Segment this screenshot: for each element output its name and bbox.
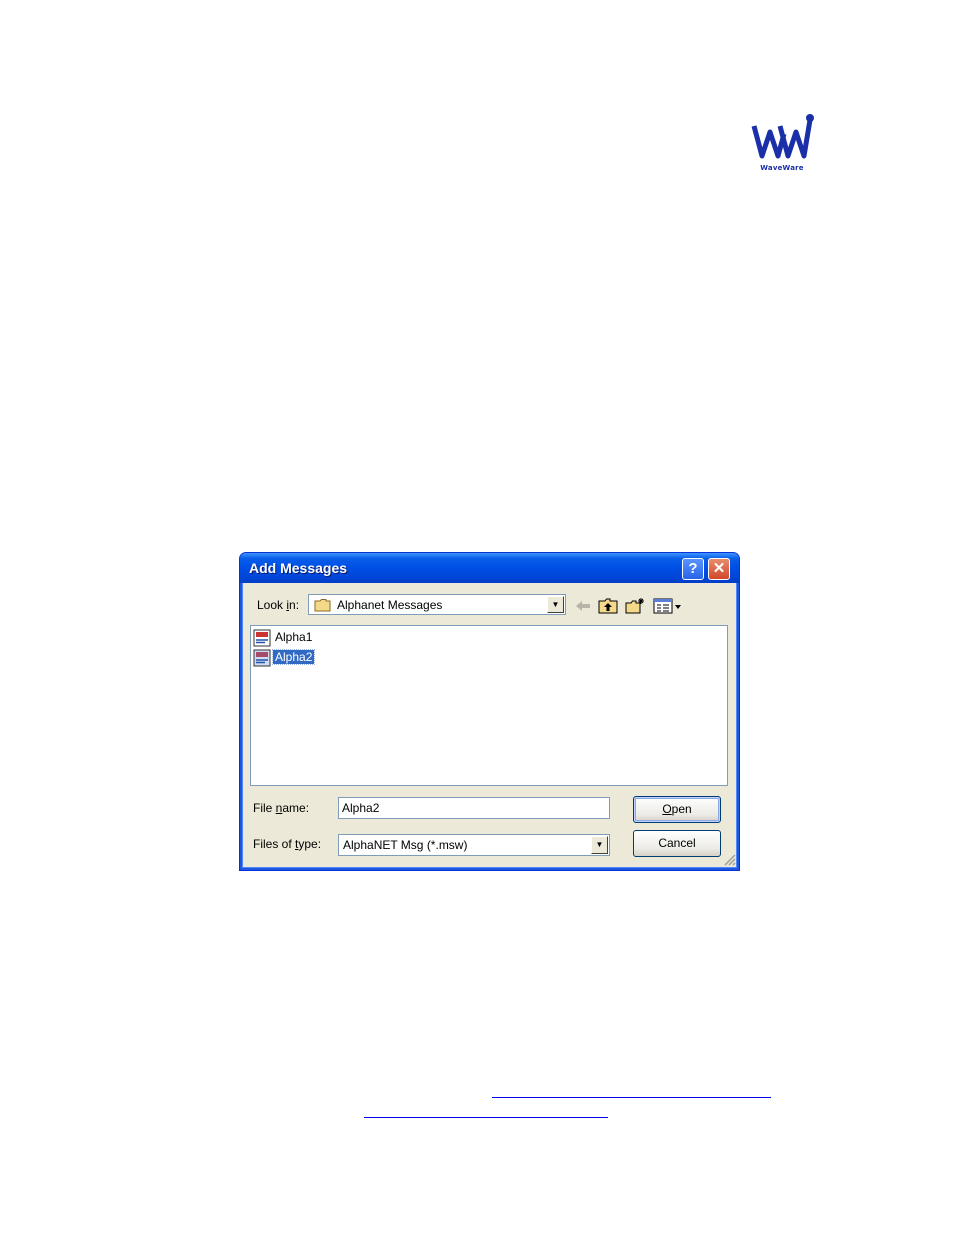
look-in-combo[interactable]: Alphanet Messages ▼	[308, 594, 566, 615]
back-arrow-icon[interactable]	[573, 597, 593, 615]
open-button-rest: pen	[671, 802, 692, 816]
resize-grip-icon[interactable]	[722, 852, 736, 866]
file-name-label: File name:	[253, 801, 309, 815]
folder-icon	[314, 599, 331, 612]
msw-file-icon	[253, 629, 271, 647]
look-in-label-pre: Look	[257, 598, 287, 612]
file-name-label-post: ame:	[282, 801, 310, 815]
msw-file-icon	[253, 649, 271, 667]
files-of-type-dropdown-button[interactable]: ▼	[591, 836, 608, 854]
file-list[interactable]: Alpha1 Alpha2	[250, 625, 728, 786]
file-name-input[interactable]	[338, 797, 610, 819]
files-of-type-combo[interactable]: AlphaNET Msg (*.msw) ▼	[338, 834, 610, 856]
files-of-type-value: AlphaNET Msg (*.msw)	[343, 838, 468, 852]
file-name-label-pre: File	[253, 801, 276, 815]
title-bar[interactable]: Add Messages ? ✕	[240, 553, 739, 583]
waveware-logo: WaveWare	[750, 112, 814, 174]
look-in-label-post: n:	[289, 598, 300, 612]
files-of-type-label-pre: Files of	[253, 837, 296, 851]
dialog-title: Add Messages	[249, 560, 348, 576]
view-menu-icon[interactable]	[652, 597, 682, 615]
up-folder-icon[interactable]	[598, 597, 618, 615]
cancel-button[interactable]: Cancel	[633, 830, 721, 857]
close-button[interactable]: ✕	[708, 558, 730, 580]
hyperlink-underline-1[interactable]	[492, 1097, 771, 1098]
open-button[interactable]: Open	[633, 796, 721, 823]
hyperlink-underline-2[interactable]	[364, 1117, 608, 1118]
files-of-type-label: Files of type:	[253, 837, 321, 851]
look-in-label: Look in:	[257, 598, 299, 612]
file-name-alpha1: Alpha1	[275, 630, 313, 644]
waveware-logo-mark	[751, 114, 814, 159]
files-of-type-label-post: ype:	[298, 837, 322, 851]
open-button-mnemonic: O	[662, 802, 672, 816]
logo-caption: WaveWare	[760, 164, 804, 172]
look-in-dropdown-button[interactable]: ▼	[547, 596, 564, 613]
help-button[interactable]: ?	[682, 558, 704, 580]
look-in-value: Alphanet Messages	[337, 598, 443, 612]
file-name-alpha2: Alpha2	[271, 649, 316, 665]
new-folder-icon[interactable]	[625, 597, 645, 615]
